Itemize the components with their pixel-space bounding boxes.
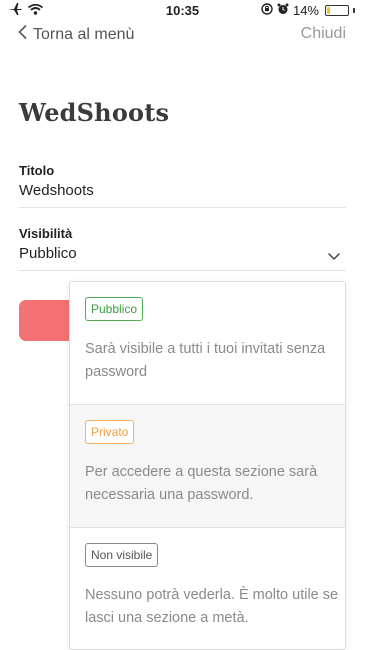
close-button[interactable]: Chiudi [301, 25, 346, 43]
rotation-lock-icon [261, 3, 273, 18]
battery-tip [353, 8, 355, 13]
back-button[interactable]: Torna al menù [18, 25, 134, 44]
visibility-dropdown: Pubblico Sarà visibile a tutti i tuoi in… [69, 281, 346, 650]
visibility-value: Pubblico [19, 245, 77, 262]
visibility-select[interactable]: Visibilità Pubblico [19, 226, 346, 271]
option-description: Sarà visibile a tutti i tuoi invitati se… [85, 341, 326, 380]
status-bar: 10:35 14% [0, 0, 365, 20]
badge-public: Pubblico [85, 297, 144, 321]
alarm-icon [277, 3, 289, 18]
option-description: Nessuno potrà vederla. È molto utile se … [85, 587, 339, 626]
title-field-label: Titolo [19, 163, 55, 178]
badge-not-visible: Non visibile [85, 543, 159, 567]
visibility-option-public[interactable]: Pubblico Sarà visibile a tutti i tuoi in… [70, 282, 345, 404]
page-title: WedShoots [19, 98, 170, 127]
option-description: Per accedere a questa sezione sarà neces… [85, 464, 318, 503]
nav-bar: Torna al menù Chiudi [0, 22, 365, 50]
chevron-down-icon [328, 248, 340, 266]
back-label: Torna al menù [33, 25, 135, 43]
visibility-label: Visibilità [19, 226, 73, 241]
chevron-left-icon [18, 25, 27, 44]
battery-percent: 14% [292, 3, 319, 18]
badge-private: Privato [85, 420, 135, 444]
battery-fill [327, 7, 330, 14]
status-right: 14% [261, 3, 355, 18]
visibility-option-private[interactable]: Privato Per accedere a questa sezione sa… [70, 404, 345, 527]
visibility-option-hidden[interactable]: Non visibile Nessuno potrà vederla. È mo… [70, 527, 345, 649]
title-field[interactable]: Titolo Wedshoots [19, 163, 346, 208]
title-field-value[interactable]: Wedshoots [19, 182, 346, 199]
battery-icon [325, 5, 349, 16]
